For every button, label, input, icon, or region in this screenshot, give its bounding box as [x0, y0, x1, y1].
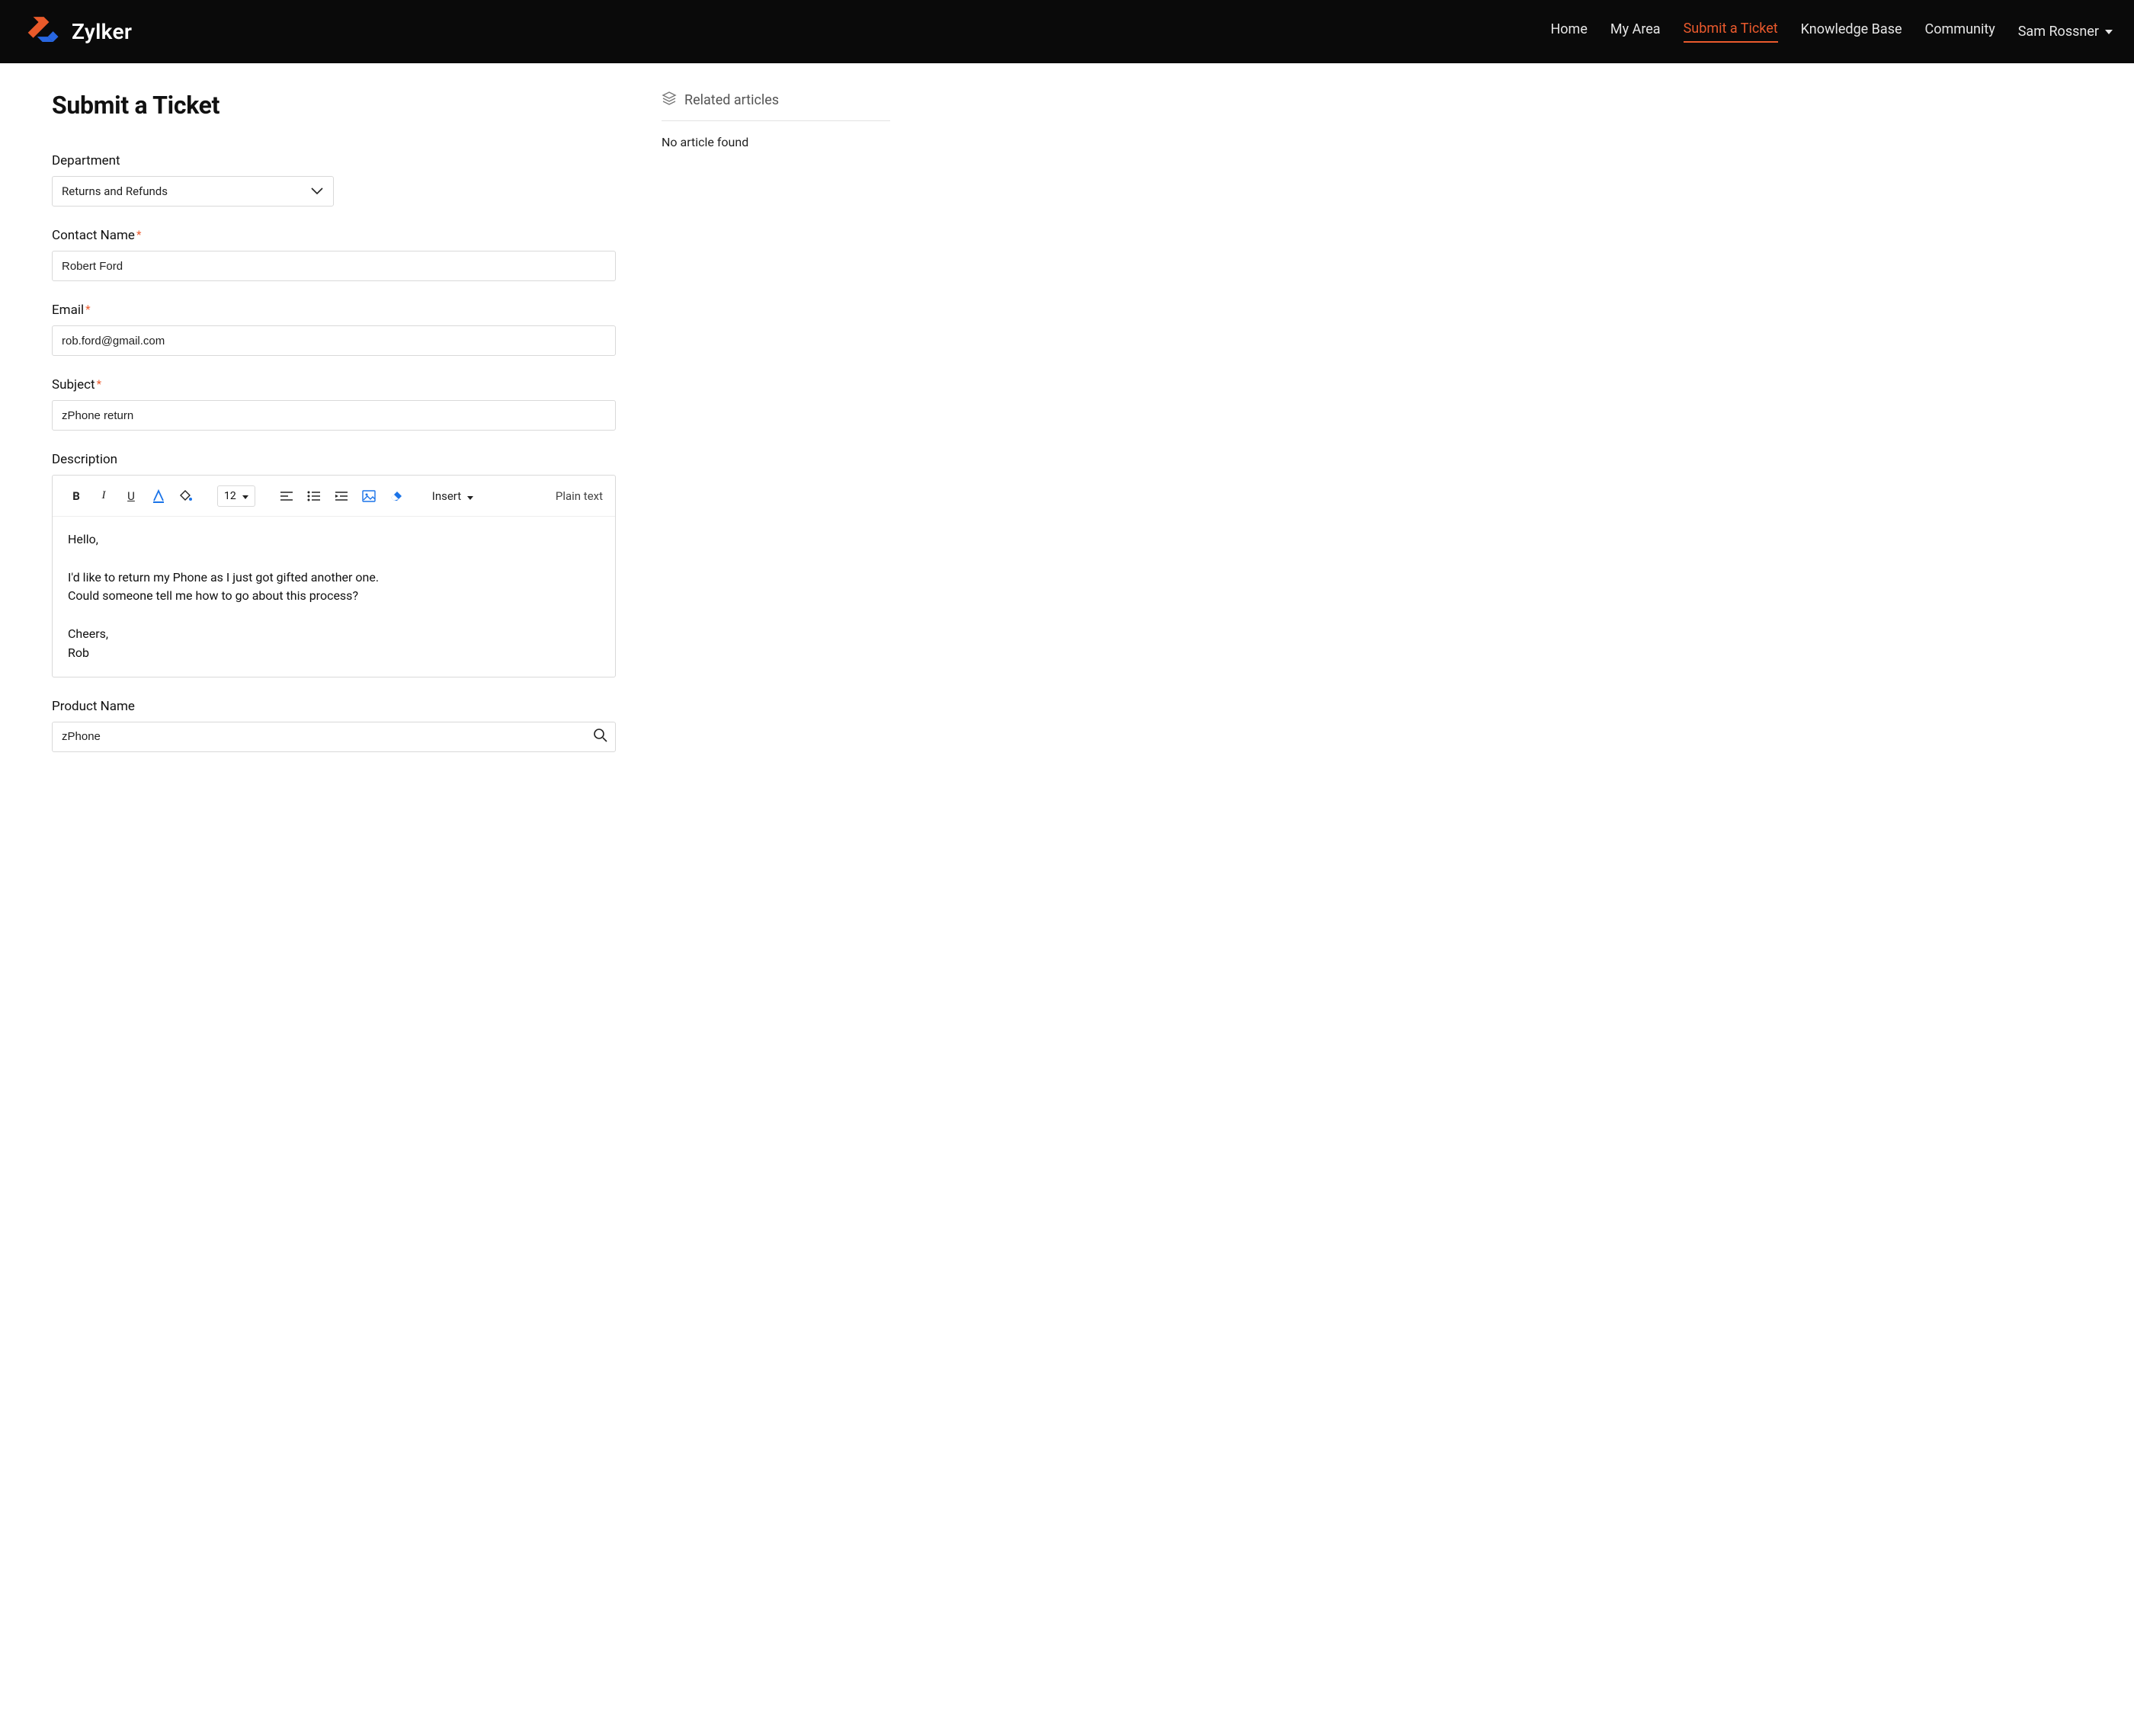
brand[interactable]: Zylker [21, 17, 132, 47]
layers-icon [662, 91, 677, 110]
field-email: Email [52, 303, 616, 356]
subject-input[interactable] [52, 400, 616, 431]
fill-color-button[interactable] [175, 485, 197, 508]
department-label: Department [52, 153, 616, 168]
product-name-label: Product Name [52, 699, 616, 714]
field-subject: Subject [52, 377, 616, 431]
chevron-down-icon [2105, 30, 2113, 34]
chevron-down-icon [310, 187, 324, 196]
indent-button[interactable] [330, 485, 353, 508]
subject-label: Subject [52, 377, 616, 392]
sidebar: Related articles No article found [662, 91, 890, 752]
user-menu[interactable]: Sam Rossner [2018, 24, 2113, 40]
main-column: Submit a Ticket Department Returns and R… [52, 91, 616, 752]
brand-logo-icon [21, 17, 61, 47]
topbar: Zylker Home My Area Submit a Ticket Know… [0, 0, 2134, 63]
main-nav: Home My Area Submit a Ticket Knowledge B… [1550, 21, 2113, 43]
field-contact-name: Contact Name [52, 228, 616, 281]
field-department: Department Returns and Refunds [52, 153, 616, 207]
font-size-select[interactable]: 12 [217, 485, 255, 507]
nav-home[interactable]: Home [1550, 21, 1587, 42]
bullet-list-button[interactable] [303, 485, 325, 508]
page-title: Submit a Ticket [52, 91, 616, 120]
insert-image-button[interactable] [357, 485, 380, 508]
nav-submit-ticket[interactable]: Submit a Ticket [1684, 21, 1778, 43]
contact-name-label: Contact Name [52, 228, 616, 243]
related-articles-header: Related articles [662, 91, 890, 121]
nav-community[interactable]: Community [1925, 21, 1995, 42]
page-body: Submit a Ticket Department Returns and R… [0, 63, 2134, 798]
description-text: Hello, I'd like to return my Phone as I … [68, 530, 600, 663]
eraser-button[interactable] [385, 485, 408, 508]
related-articles-empty: No article found [662, 135, 890, 149]
description-editor: B I U 12 [52, 475, 616, 677]
description-textarea[interactable]: Hello, I'd like to return my Phone as I … [53, 517, 615, 677]
italic-button[interactable]: I [92, 485, 115, 508]
email-label: Email [52, 303, 616, 318]
caret-down-icon [242, 490, 248, 502]
user-name: Sam Rossner [2018, 24, 2099, 40]
email-input[interactable] [52, 325, 616, 356]
align-button[interactable] [275, 485, 298, 508]
editor-toolbar: B I U 12 [53, 476, 615, 517]
contact-name-input[interactable] [52, 251, 616, 281]
bold-button[interactable]: B [65, 485, 88, 508]
nav-knowledge-base[interactable]: Knowledge Base [1801, 21, 1902, 42]
department-select-value: Returns and Refunds [62, 184, 168, 198]
underline-button[interactable]: U [120, 485, 143, 508]
nav-my-area[interactable]: My Area [1610, 21, 1661, 42]
insert-menu-label: Insert [432, 489, 461, 503]
product-name-input[interactable] [52, 722, 616, 752]
font-size-value: 12 [224, 490, 236, 502]
search-icon[interactable] [593, 728, 608, 746]
description-label: Description [52, 452, 616, 467]
field-description: Description B I U 12 [52, 452, 616, 677]
brand-name: Zylker [72, 19, 132, 44]
text-color-button[interactable] [147, 485, 170, 508]
department-select[interactable]: Returns and Refunds [52, 176, 334, 207]
insert-menu[interactable]: Insert [428, 489, 478, 503]
caret-down-icon [467, 489, 473, 503]
field-product-name: Product Name [52, 699, 616, 752]
plain-text-toggle[interactable]: Plain text [556, 489, 603, 503]
related-articles-title: Related articles [684, 92, 779, 108]
